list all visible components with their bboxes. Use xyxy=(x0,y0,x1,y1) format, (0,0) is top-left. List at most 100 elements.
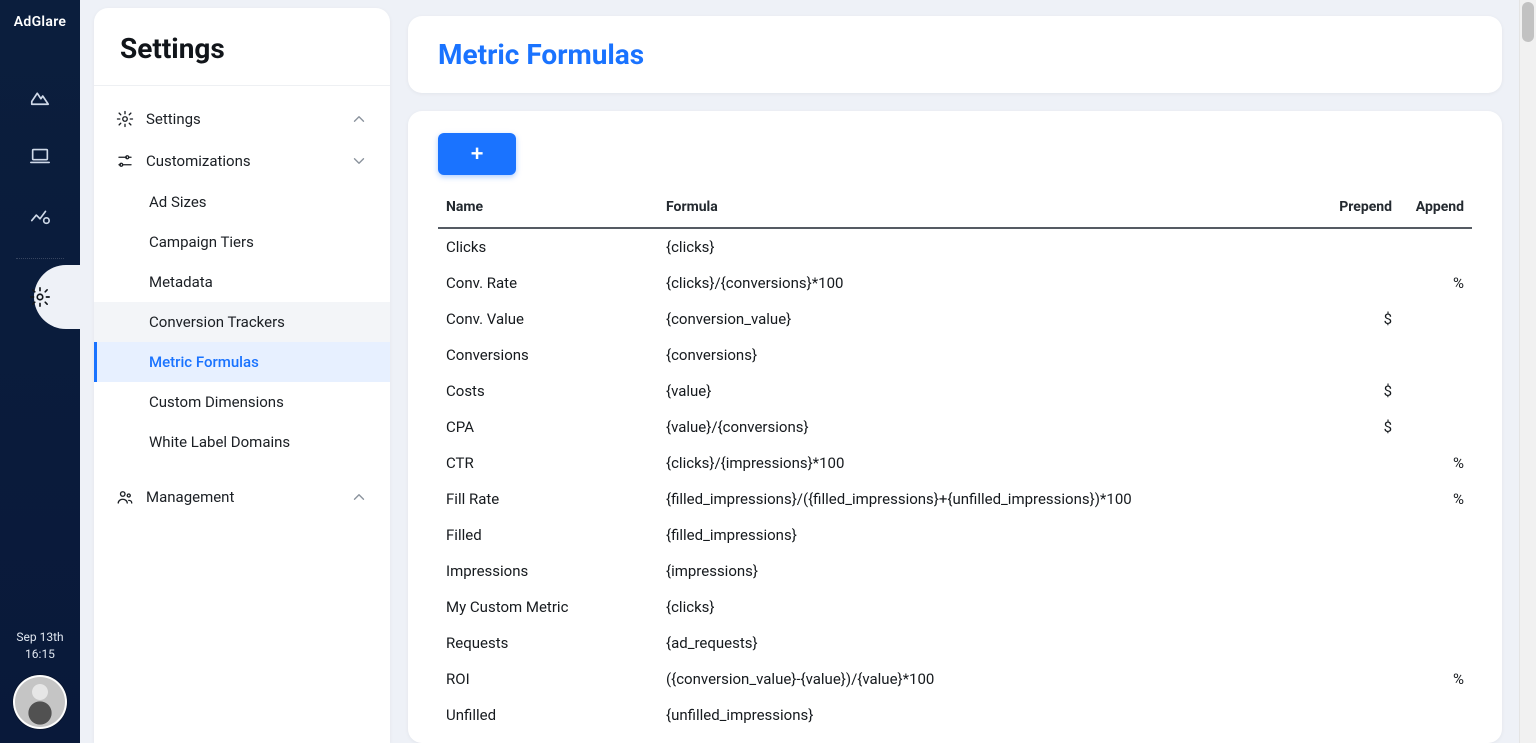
cell-name: Fill Rate xyxy=(438,481,658,517)
cell-name: Requests xyxy=(438,625,658,661)
cell-append xyxy=(1400,589,1472,625)
table-row[interactable]: Requests{ad_requests} xyxy=(438,625,1472,661)
cell-name: Conv. Rate xyxy=(438,265,658,301)
chevron-up-icon xyxy=(350,110,368,128)
cell-formula: {conversions} xyxy=(658,337,1320,373)
nav-group-management[interactable]: Management xyxy=(94,476,390,518)
table-row[interactable]: Conv. Rate{clicks}/{conversions}*100% xyxy=(438,265,1472,301)
main: Metric Formulas + Name Formula Prepend A… xyxy=(390,0,1520,743)
nav-dashboard[interactable] xyxy=(16,72,64,120)
rail-date: Sep 13th xyxy=(13,629,67,646)
cell-prepend xyxy=(1320,697,1400,733)
cell-formula: ({conversion_value}-{value})/{value}*100 xyxy=(658,661,1320,697)
nav-sub-customizations: Ad Sizes Campaign Tiers Metadata Convers… xyxy=(94,182,390,462)
laptop-icon xyxy=(29,145,51,167)
cell-formula: {filled_impressions} xyxy=(658,517,1320,553)
cell-append: % xyxy=(1400,445,1472,481)
analytics-icon xyxy=(29,205,51,227)
cell-prepend xyxy=(1320,228,1400,265)
gear-icon xyxy=(29,286,51,308)
nav-item-custom-dimensions[interactable]: Custom Dimensions xyxy=(94,382,390,422)
cell-append: % xyxy=(1400,481,1472,517)
rail-footer: Sep 13th 16:15 xyxy=(13,629,67,743)
cell-prepend xyxy=(1320,517,1400,553)
nav-group-label: Settings xyxy=(146,110,350,128)
nav-item-white-label-domains[interactable]: White Label Domains xyxy=(94,422,390,462)
cell-name: Conv. Value xyxy=(438,301,658,337)
cell-name: ROI xyxy=(438,661,658,697)
cell-append xyxy=(1400,228,1472,265)
cell-name: Unfilled xyxy=(438,697,658,733)
cell-prepend xyxy=(1320,445,1400,481)
cell-formula: {impressions} xyxy=(658,553,1320,589)
cell-prepend: $ xyxy=(1320,409,1400,445)
nav-item-metric-formulas[interactable]: Metric Formulas xyxy=(94,342,390,382)
add-button[interactable]: + xyxy=(438,133,516,175)
cell-formula: {value}/{conversions} xyxy=(658,409,1320,445)
page-header: Metric Formulas xyxy=(408,16,1502,93)
cell-name: Clicks xyxy=(438,228,658,265)
rail-time: 16:15 xyxy=(13,646,67,663)
gear-icon xyxy=(116,110,134,128)
cell-name: Conversions xyxy=(438,337,658,373)
cell-formula: {clicks}/{conversions}*100 xyxy=(658,265,1320,301)
nav-group-label: Management xyxy=(146,488,350,506)
panel-nav: Settings Customizations Ad Sizes Campaig… xyxy=(94,86,390,530)
cell-prepend xyxy=(1320,481,1400,517)
chevron-down-icon xyxy=(350,152,368,170)
cell-name: Impressions xyxy=(438,553,658,589)
col-prepend[interactable]: Prepend xyxy=(1320,189,1400,228)
table-row[interactable]: Unfilled{unfilled_impressions} xyxy=(438,697,1472,733)
plus-icon: + xyxy=(471,141,484,167)
nav-item-campaign-tiers[interactable]: Campaign Tiers xyxy=(94,222,390,262)
table-row[interactable]: Impressions{impressions} xyxy=(438,553,1472,589)
table-row[interactable]: Costs{value}$ xyxy=(438,373,1472,409)
cell-prepend xyxy=(1320,265,1400,301)
table-row[interactable]: Fill Rate{filled_impressions}/({filled_i… xyxy=(438,481,1472,517)
brand-logo[interactable]: AdGlare xyxy=(14,14,66,30)
table-row[interactable]: Clicks{clicks} xyxy=(438,228,1472,265)
cell-prepend: $ xyxy=(1320,301,1400,337)
cell-formula: {unfilled_impressions} xyxy=(658,697,1320,733)
cell-formula: {filled_impressions}/({filled_impression… xyxy=(658,481,1320,517)
nav-item-metadata[interactable]: Metadata xyxy=(94,262,390,302)
mountain-icon xyxy=(29,85,51,107)
table-header-row: Name Formula Prepend Append xyxy=(438,189,1472,228)
cell-prepend: $ xyxy=(1320,373,1400,409)
table-row[interactable]: CPA{value}/{conversions}$ xyxy=(438,409,1472,445)
nav-rail: AdGlare Sep 13th xyxy=(0,0,80,743)
cell-name: My Custom Metric xyxy=(438,589,658,625)
nav-display[interactable] xyxy=(16,132,64,180)
table-row[interactable]: ROI({conversion_value}-{value})/{value}*… xyxy=(438,661,1472,697)
nav-settings[interactable] xyxy=(16,273,64,321)
page-title: Metric Formulas xyxy=(438,38,1472,71)
nav-group-label: Customizations xyxy=(146,152,350,170)
col-formula[interactable]: Formula xyxy=(658,189,1320,228)
cell-append xyxy=(1400,697,1472,733)
nav-item-ad-sizes[interactable]: Ad Sizes xyxy=(94,182,390,222)
table-row[interactable]: Conversions{conversions} xyxy=(438,337,1472,373)
nav-item-conversion-trackers[interactable]: Conversion Trackers xyxy=(94,302,390,342)
nav-group-settings[interactable]: Settings xyxy=(94,98,390,140)
tune-icon xyxy=(116,152,134,170)
nav-group-customizations[interactable]: Customizations xyxy=(94,140,390,182)
cell-prepend xyxy=(1320,589,1400,625)
table-row[interactable]: CTR{clicks}/{impressions}*100% xyxy=(438,445,1472,481)
table-row[interactable]: My Custom Metric{clicks} xyxy=(438,589,1472,625)
cell-prepend xyxy=(1320,625,1400,661)
avatar[interactable] xyxy=(13,675,67,729)
cell-prepend xyxy=(1320,553,1400,589)
table-row[interactable]: Conv. Value{conversion_value}$ xyxy=(438,301,1472,337)
cell-append xyxy=(1400,409,1472,445)
col-append[interactable]: Append xyxy=(1400,189,1472,228)
nav-analytics[interactable] xyxy=(16,192,64,240)
col-name[interactable]: Name xyxy=(438,189,658,228)
cell-formula: {value} xyxy=(658,373,1320,409)
chevron-up-icon xyxy=(350,488,368,506)
cell-append xyxy=(1400,625,1472,661)
cell-formula: {clicks} xyxy=(658,228,1320,265)
formulas-table: Name Formula Prepend Append Clicks{click… xyxy=(438,189,1472,733)
table-row[interactable]: Filled{filled_impressions} xyxy=(438,517,1472,553)
cell-append xyxy=(1400,373,1472,409)
cell-name: Filled xyxy=(438,517,658,553)
